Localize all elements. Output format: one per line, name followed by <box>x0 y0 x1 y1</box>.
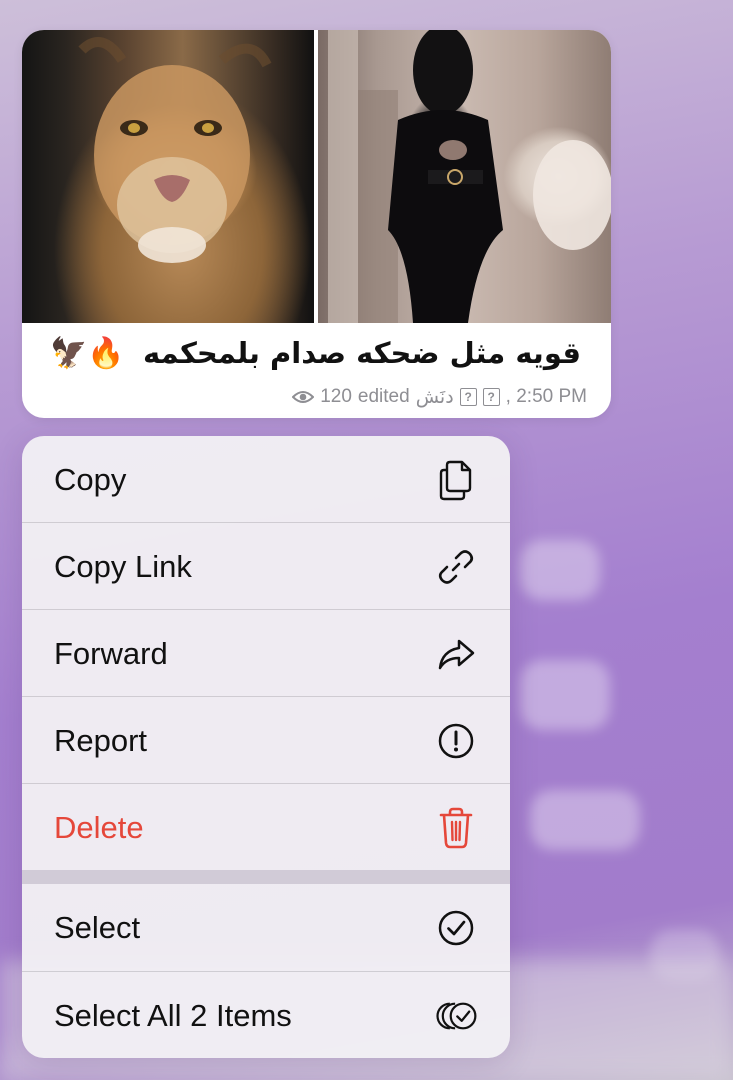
unknown-glyph-icon: ? <box>482 388 500 406</box>
menu-item-copy[interactable]: Copy <box>22 436 510 523</box>
link-icon <box>434 545 478 589</box>
menu-item-label: Select All 2 Items <box>54 997 292 1033</box>
message-bubble[interactable]: قويه مثل ضحكه صدام بلمحكمه 🦅🔥 120 edited… <box>22 30 611 418</box>
select-all-icon <box>434 994 478 1038</box>
media-album[interactable] <box>22 30 611 323</box>
report-icon <box>434 719 478 763</box>
trash-icon <box>434 806 478 850</box>
woman-photo-art <box>328 30 611 323</box>
menu-item-label: Delete <box>54 809 144 845</box>
menu-item-select-all[interactable]: Select All 2 Items <box>22 972 510 1058</box>
view-count: 120 <box>320 386 352 407</box>
eye-icon <box>292 391 315 403</box>
menu-item-delete[interactable]: Delete <box>22 784 510 871</box>
context-menu: Copy Copy Link Forward Report Delete Sel… <box>22 436 510 1058</box>
menu-item-report[interactable]: Report <box>22 697 510 784</box>
woman-photo[interactable] <box>318 30 611 323</box>
unknown-glyph-icon: ? <box>459 388 477 406</box>
menu-item-label: Report <box>54 722 148 758</box>
background-blur <box>520 660 610 730</box>
forward-icon <box>434 632 478 676</box>
check-circle-icon <box>434 906 478 950</box>
edited-label: edited <box>357 386 410 407</box>
menu-item-label: Select <box>54 909 141 945</box>
menu-item-forward[interactable]: Forward <box>22 610 510 697</box>
message-time: , 2:50 PM <box>505 386 587 407</box>
message-caption: قويه مثل ضحكه صدام بلمحكمه <box>142 336 581 370</box>
menu-item-label: Forward <box>54 635 168 671</box>
author-name: دنَش <box>415 386 454 408</box>
menu-item-copy-link[interactable]: Copy Link <box>22 523 510 610</box>
background-blur <box>530 790 640 850</box>
lion-photo-art <box>78 37 272 263</box>
menu-item-select[interactable]: Select <box>22 884 510 971</box>
menu-group-separator <box>22 870 510 884</box>
background-blur <box>520 540 600 600</box>
menu-item-label: Copy Link <box>54 548 192 584</box>
caption-emoji: 🦅🔥 <box>50 337 125 370</box>
menu-item-label: Copy <box>54 461 127 497</box>
lion-photo[interactable] <box>22 30 314 323</box>
copy-icon <box>434 458 478 502</box>
message-meta: 120 edited دنَش ? ? , 2:50 PM <box>292 385 587 409</box>
